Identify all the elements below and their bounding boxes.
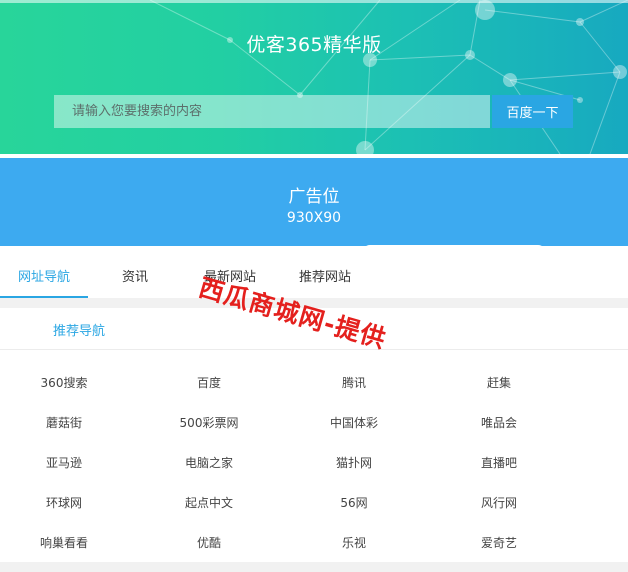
page: 优客365精华版 百度一下 广告位 930X90 网址导航 资讯 最新网站 推荐… [0, 0, 628, 572]
top-strip [0, 0, 628, 3]
ad-title: 广告位 [288, 187, 340, 207]
link-item[interactable]: 蘑菇街 [0, 414, 134, 431]
tab-recommended-sites[interactable]: 推荐网站 [290, 258, 360, 298]
ad-size: 930X90 [286, 210, 342, 226]
link-item[interactable]: 起点中文 [139, 494, 279, 511]
tab-news[interactable]: 资讯 [100, 258, 170, 298]
link-item[interactable]: 360搜索 [0, 374, 134, 391]
link-item[interactable]: 风行网 [429, 494, 569, 511]
network-background-graphic [149, 0, 628, 154]
link-item[interactable]: 直播吧 [429, 454, 569, 471]
link-grid: 360搜索 百度 腾讯 赶集 蘑菇街 500彩票网 中国体彩 唯品会 亚马逊 电… [0, 360, 628, 560]
link-item[interactable]: 乐视 [284, 534, 424, 551]
link-item[interactable]: 唯品会 [429, 414, 569, 431]
link-item[interactable]: 优酷 [139, 534, 279, 551]
link-item[interactable]: 腾讯 [284, 374, 424, 391]
link-item[interactable]: 环球网 [0, 494, 134, 511]
link-item[interactable]: 56网 [284, 494, 424, 511]
link-item[interactable]: 中国体彩 [284, 414, 424, 431]
link-item[interactable]: 响巢看看 [0, 534, 134, 551]
search-input[interactable] [54, 95, 490, 128]
hero-banner: 优客365精华版 百度一下 [0, 0, 628, 154]
ad-banner[interactable]: 广告位 930X90 [0, 158, 628, 246]
link-item[interactable]: 猫扑网 [284, 454, 424, 471]
search-button[interactable]: 百度一下 [492, 95, 573, 128]
link-item[interactable]: 500彩票网 [139, 414, 279, 431]
bottom-divider [0, 562, 628, 572]
link-item[interactable]: 赶集 [429, 374, 569, 391]
link-item[interactable]: 电脑之家 [139, 454, 279, 471]
site-title: 优客365精华版 [246, 34, 382, 56]
link-item[interactable]: 爱奇艺 [429, 534, 569, 551]
link-item[interactable]: 亚马逊 [0, 454, 134, 471]
link-item[interactable]: 百度 [139, 374, 279, 391]
tab-bar: 网址导航 资讯 最新网站 推荐网站 [0, 258, 628, 299]
tab-url-nav[interactable]: 网址导航 [0, 258, 88, 298]
section-title: 推荐导航 [53, 324, 106, 339]
